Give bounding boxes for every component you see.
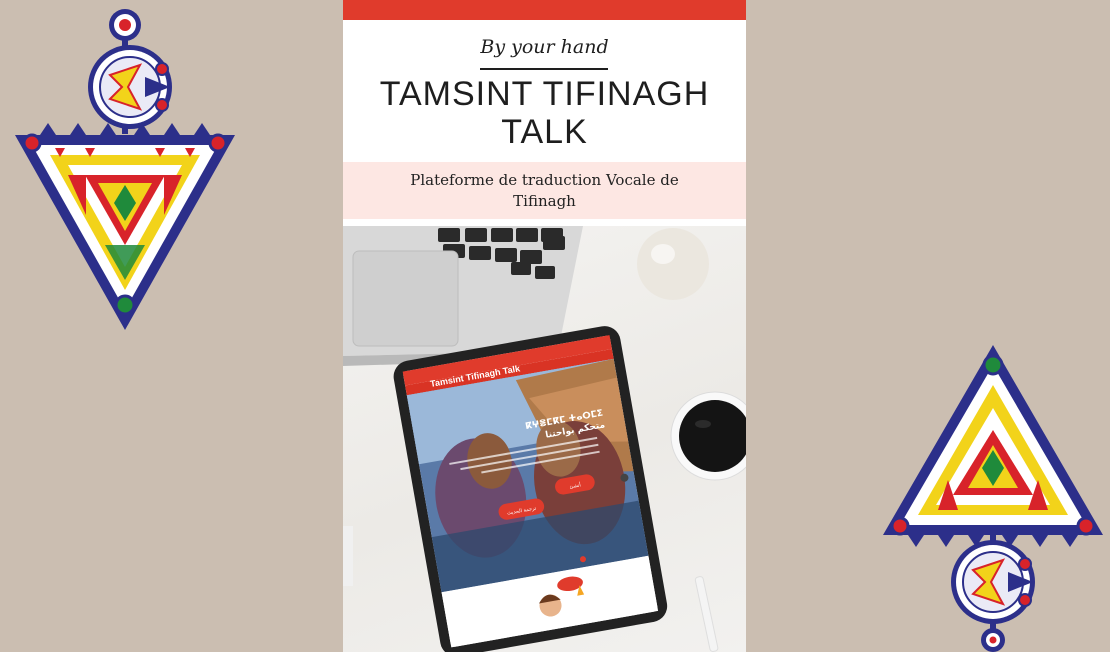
pen xyxy=(694,576,719,652)
tablet: Tamsint Tifinagh Talk ⴽⵖⴻⵎⴽⵎ ⵜⴰⵔⵎⵉ متحكم… xyxy=(393,326,668,652)
coffee-cup xyxy=(670,391,746,481)
ceramic-ornament xyxy=(637,228,709,300)
title-line-1: TAMSINT TIFINAGH xyxy=(379,75,710,113)
title-line-2: TALK xyxy=(501,113,588,151)
poster-panel: By your hand TAMSINT TIFINAGH TALK Plate… xyxy=(343,0,746,652)
subtitle-band: Plateforme de traduction Vocale de Tifin… xyxy=(343,162,746,219)
laptop-trackpad xyxy=(352,250,459,347)
tagline: By your hand xyxy=(480,36,609,58)
desk-photo: Tamsint Tifinagh Talk ⴽⵖⴻⵎⴽⵎ ⵜⴰⵔⵎⵉ متحكم… xyxy=(343,226,746,652)
amazigh-ornament-right-icon xyxy=(883,345,1103,652)
poster-title: TAMSINT TIFINAGH TALK xyxy=(343,75,746,151)
amazigh-ornament-left-icon xyxy=(15,9,235,330)
tagline-divider xyxy=(480,68,608,70)
desk-scene: Tamsint Tifinagh Talk ⴽⵖⴻⵎⴽⵎ ⵜⴰⵔⵎⵉ متحكم… xyxy=(343,226,746,652)
subtitle-line-1: Plateforme de traduction Vocale de xyxy=(410,171,679,189)
subtitle-line-2: Tifinagh xyxy=(513,192,576,210)
subtitle: Plateforme de traduction Vocale de Tifin… xyxy=(403,170,686,212)
top-accent-bar xyxy=(343,0,746,20)
